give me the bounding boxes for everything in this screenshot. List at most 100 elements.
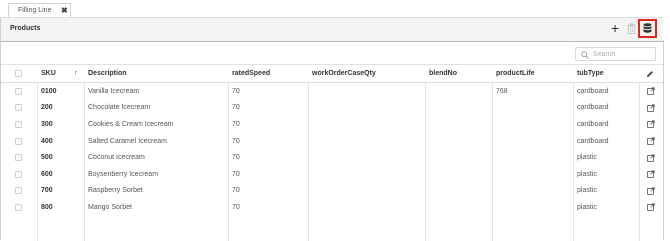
cell-productlife: 768 <box>496 87 508 95</box>
cell-sku: 600 <box>41 170 53 178</box>
cell-blendno <box>429 133 489 150</box>
cell-sku: 0100 <box>41 87 57 95</box>
cell-productlife <box>496 133 568 150</box>
cell-description: Salted Caramel Icecream <box>88 137 167 145</box>
table-row[interactable]: 200 Chocolate Icecream 70 cardboard <box>1 100 663 117</box>
cell-blendno <box>429 83 489 100</box>
external-edit-icon[interactable] <box>647 100 659 117</box>
cell-description: Vanilla Icecream <box>88 87 140 95</box>
cell-description: Cookies & Cream Icecream <box>88 120 174 128</box>
select-all-checkbox[interactable] <box>15 65 25 82</box>
cell-description: Boysenberry Icecream <box>88 170 159 178</box>
cell-ratedspeed: 70 <box>232 203 240 211</box>
cell-ratedspeed: 70 <box>232 87 240 95</box>
cell-blendno <box>429 183 489 200</box>
row-checkbox[interactable] <box>15 199 25 216</box>
cell-productlife <box>496 149 568 166</box>
cell-tubtype: cardboard <box>577 120 609 128</box>
cell-ratedspeed: 70 <box>232 187 240 195</box>
panel-right-border <box>663 40 664 240</box>
cell-productlife <box>496 166 568 183</box>
table-row[interactable]: 0100 Vanilla Icecream 70 768 cardboard <box>1 83 663 100</box>
close-icon[interactable]: ✖ <box>61 6 68 15</box>
cell-blendno <box>429 116 489 133</box>
search-icon <box>581 51 589 59</box>
table-header: SKU ↑ Description ratedSpeed workOrderCa… <box>1 65 663 83</box>
row-checkbox[interactable] <box>15 166 25 183</box>
cell-ratedspeed: 70 <box>232 104 240 112</box>
tab-filling-line[interactable]: Filling Line ✖ <box>8 3 71 17</box>
pencil-icon <box>646 65 658 82</box>
cell-tubtype: plastic <box>577 187 597 195</box>
cell-sku: 200 <box>41 104 53 112</box>
row-checkbox[interactable] <box>15 133 25 150</box>
cell-tubtype: plastic <box>577 203 597 211</box>
panel-header: Products + <box>1 17 663 42</box>
external-edit-icon[interactable] <box>647 199 659 216</box>
table-row[interactable]: 300 Cookies & Cream Icecream 70 cardboard <box>1 116 663 133</box>
cell-description: Chocolate Icecream <box>88 104 151 112</box>
cell-workordercaseqty <box>312 166 422 183</box>
row-checkbox[interactable] <box>15 149 25 166</box>
column-header-blendno[interactable]: blendNo <box>429 65 489 82</box>
column-header-sku[interactable]: SKU ↑ <box>41 65 81 82</box>
database-icon[interactable] <box>638 19 657 38</box>
external-edit-icon[interactable] <box>647 133 659 150</box>
row-checkbox[interactable] <box>15 116 25 133</box>
cell-ratedspeed: 70 <box>232 120 240 128</box>
cell-workordercaseqty <box>312 133 422 150</box>
external-edit-icon[interactable] <box>647 83 659 100</box>
cell-ratedspeed: 70 <box>232 154 240 162</box>
external-edit-icon[interactable] <box>647 116 659 133</box>
row-checkbox[interactable] <box>15 100 25 117</box>
cell-ratedspeed: 70 <box>232 170 240 178</box>
cell-tubtype: cardboard <box>577 104 609 112</box>
cell-description: Mango Sorbet <box>88 203 132 211</box>
table-row[interactable]: 400 Salted Caramel Icecream 70 cardboard <box>1 133 663 150</box>
column-header-workordercaseqty[interactable]: workOrderCaseQty <box>312 65 422 82</box>
cell-workordercaseqty <box>312 199 422 216</box>
column-header-label: SKU <box>41 70 56 77</box>
cell-blendno <box>429 100 489 117</box>
cell-workordercaseqty <box>312 116 422 133</box>
cell-sku: 800 <box>41 203 53 211</box>
cell-workordercaseqty <box>312 149 422 166</box>
cell-workordercaseqty <box>312 183 422 200</box>
table-row[interactable]: 600 Boysenberry Icecream 70 plastic <box>1 166 663 183</box>
trash-icon[interactable] <box>627 23 636 34</box>
cell-workordercaseqty <box>312 100 422 117</box>
column-header-productlife[interactable]: productLife <box>496 65 568 82</box>
cell-tubtype: cardboard <box>577 87 609 95</box>
products-table: SKU ↑ Description ratedSpeed workOrderCa… <box>1 64 663 241</box>
cell-description: Coconut Icecream <box>88 154 145 162</box>
column-header-tubtype[interactable]: tubType <box>577 65 635 82</box>
column-header-description[interactable]: Description <box>88 65 218 82</box>
table-row[interactable]: 800 Mango Sorbet 70 plastic <box>1 199 663 216</box>
cell-sku: 400 <box>41 137 53 145</box>
row-checkbox[interactable] <box>15 83 25 100</box>
panel-title: Products <box>10 25 41 32</box>
cell-blendno <box>429 149 489 166</box>
table-row[interactable]: 700 Raspberry Sorbet 70 plastic <box>1 183 663 200</box>
search-box[interactable] <box>575 47 656 61</box>
external-edit-icon[interactable] <box>647 183 659 200</box>
table-row[interactable]: 500 Coconut Icecream 70 plastic <box>1 149 663 166</box>
tab-label: Filling Line <box>18 7 52 14</box>
cell-sku: 700 <box>41 187 53 195</box>
external-edit-icon[interactable] <box>647 166 659 183</box>
plus-icon[interactable]: + <box>611 20 619 36</box>
external-edit-icon[interactable] <box>647 149 659 166</box>
cell-blendno <box>429 166 489 183</box>
cell-sku: 300 <box>41 120 53 128</box>
column-header-ratedspeed[interactable]: ratedSpeed <box>232 65 302 82</box>
cell-blendno <box>429 199 489 216</box>
search-input[interactable] <box>593 49 653 59</box>
row-checkbox[interactable] <box>15 183 25 200</box>
cell-sku: 500 <box>41 154 53 162</box>
sort-ascending-icon[interactable]: ↑ <box>74 70 78 77</box>
cell-productlife <box>496 199 568 216</box>
cell-workordercaseqty <box>312 83 422 100</box>
cell-productlife <box>496 116 568 133</box>
cell-productlife <box>496 183 568 200</box>
cell-tubtype: plastic <box>577 154 597 162</box>
